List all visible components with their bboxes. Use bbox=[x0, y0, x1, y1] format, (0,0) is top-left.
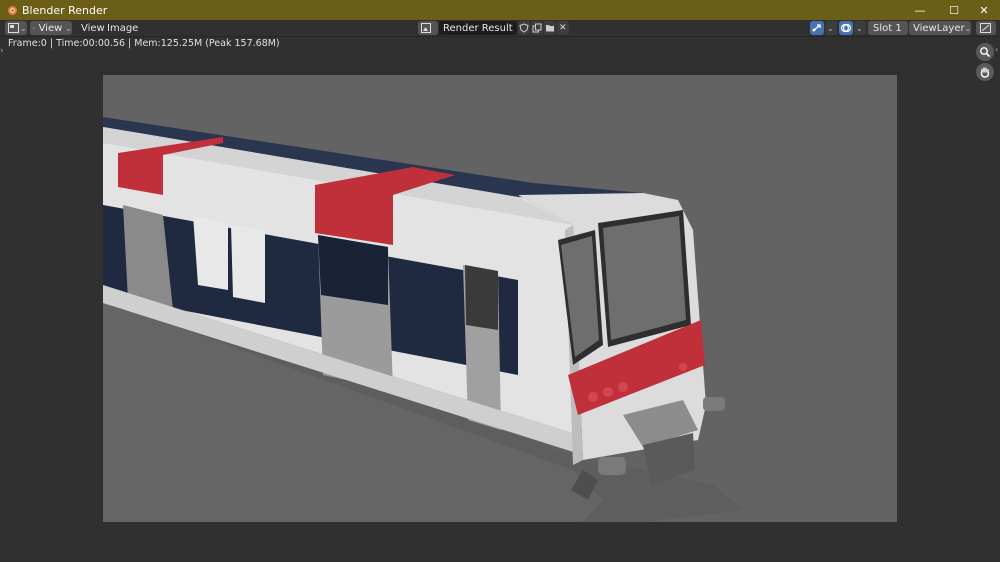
sidebar-toggle-button[interactable] bbox=[976, 21, 996, 35]
slot-label: Slot 1 bbox=[873, 22, 902, 34]
minimize-button[interactable]: — bbox=[904, 0, 936, 20]
image-icon bbox=[421, 23, 431, 33]
maximize-button[interactable]: ☐ bbox=[938, 0, 970, 20]
overlay-icon bbox=[840, 23, 852, 33]
gizmo-icon bbox=[812, 24, 821, 32]
overlay-options-dropdown[interactable]: ⌄ bbox=[854, 21, 866, 35]
editor-type-dropdown[interactable]: ⌄ bbox=[5, 21, 27, 35]
render-status-text: Frame:0 | Time:00:00.56 | Mem:125.25M (P… bbox=[8, 38, 280, 49]
zoom-navigation-button[interactable] bbox=[976, 43, 994, 61]
chevron-down-icon: ⌄ bbox=[65, 23, 72, 33]
image-name-value: Render Result bbox=[443, 22, 513, 34]
render-result-image bbox=[103, 75, 897, 522]
window-title: Blender Render bbox=[22, 4, 108, 17]
chevron-down-icon: ⌄ bbox=[827, 23, 834, 33]
zoom-icon bbox=[980, 47, 991, 58]
train-render bbox=[103, 117, 743, 522]
chevron-down-icon: ⌄ bbox=[856, 23, 863, 33]
image-name-field[interactable]: Render Result bbox=[439, 21, 517, 35]
sidebar-icon bbox=[980, 23, 991, 33]
duplicate-image-button[interactable] bbox=[531, 21, 543, 35]
render-status-bar: Frame:0 | Time:00:00.56 | Mem:125.25M (P… bbox=[0, 37, 1000, 50]
slot-dropdown[interactable]: Slot 1 bbox=[868, 21, 908, 35]
open-image-button[interactable] bbox=[544, 21, 556, 35]
pan-navigation-button[interactable] bbox=[976, 63, 994, 81]
chevron-down-icon: ⌄ bbox=[964, 23, 972, 33]
shield-icon bbox=[519, 23, 529, 33]
navigation-collapse-arrow[interactable]: ‹ bbox=[995, 45, 998, 54]
view-layer-label: ViewLayer bbox=[913, 22, 965, 34]
toolbar-expand-arrow[interactable]: › bbox=[0, 46, 4, 56]
overlay-toggle-button[interactable] bbox=[839, 21, 853, 35]
menu-view[interactable]: View bbox=[81, 23, 105, 34]
duplicate-icon bbox=[532, 23, 542, 33]
window-titlebar: Blender Render — ☐ ✕ bbox=[0, 0, 1000, 20]
gizmo-toggle-button[interactable] bbox=[810, 21, 824, 35]
close-icon: ✕ bbox=[559, 23, 567, 33]
image-editor-icon bbox=[8, 23, 19, 33]
close-button[interactable]: ✕ bbox=[968, 0, 1000, 20]
chevron-down-icon: ⌄ bbox=[20, 23, 27, 33]
fake-user-button[interactable] bbox=[518, 21, 530, 35]
gizmo-options-dropdown[interactable]: ⌄ bbox=[825, 21, 837, 35]
unlink-image-button[interactable]: ✕ bbox=[557, 21, 569, 35]
image-browse-dropdown[interactable] bbox=[418, 21, 438, 35]
view-layer-dropdown[interactable]: ViewLayer ⌄ bbox=[909, 21, 971, 35]
hand-icon bbox=[980, 67, 990, 78]
view-mode-dropdown[interactable]: View ⌄ bbox=[30, 21, 72, 35]
blender-logo-icon bbox=[8, 6, 17, 15]
view-icon bbox=[33, 27, 35, 29]
image-editor-header: ⌄ View ⌄ View Image Render Result ✕ ⌄ ⌄ … bbox=[0, 20, 1000, 37]
menu-image[interactable]: Image bbox=[107, 23, 138, 34]
image-viewport[interactable]: › ‹ bbox=[0, 43, 1000, 562]
view-mode-label: View bbox=[38, 22, 63, 34]
folder-icon bbox=[546, 25, 554, 32]
